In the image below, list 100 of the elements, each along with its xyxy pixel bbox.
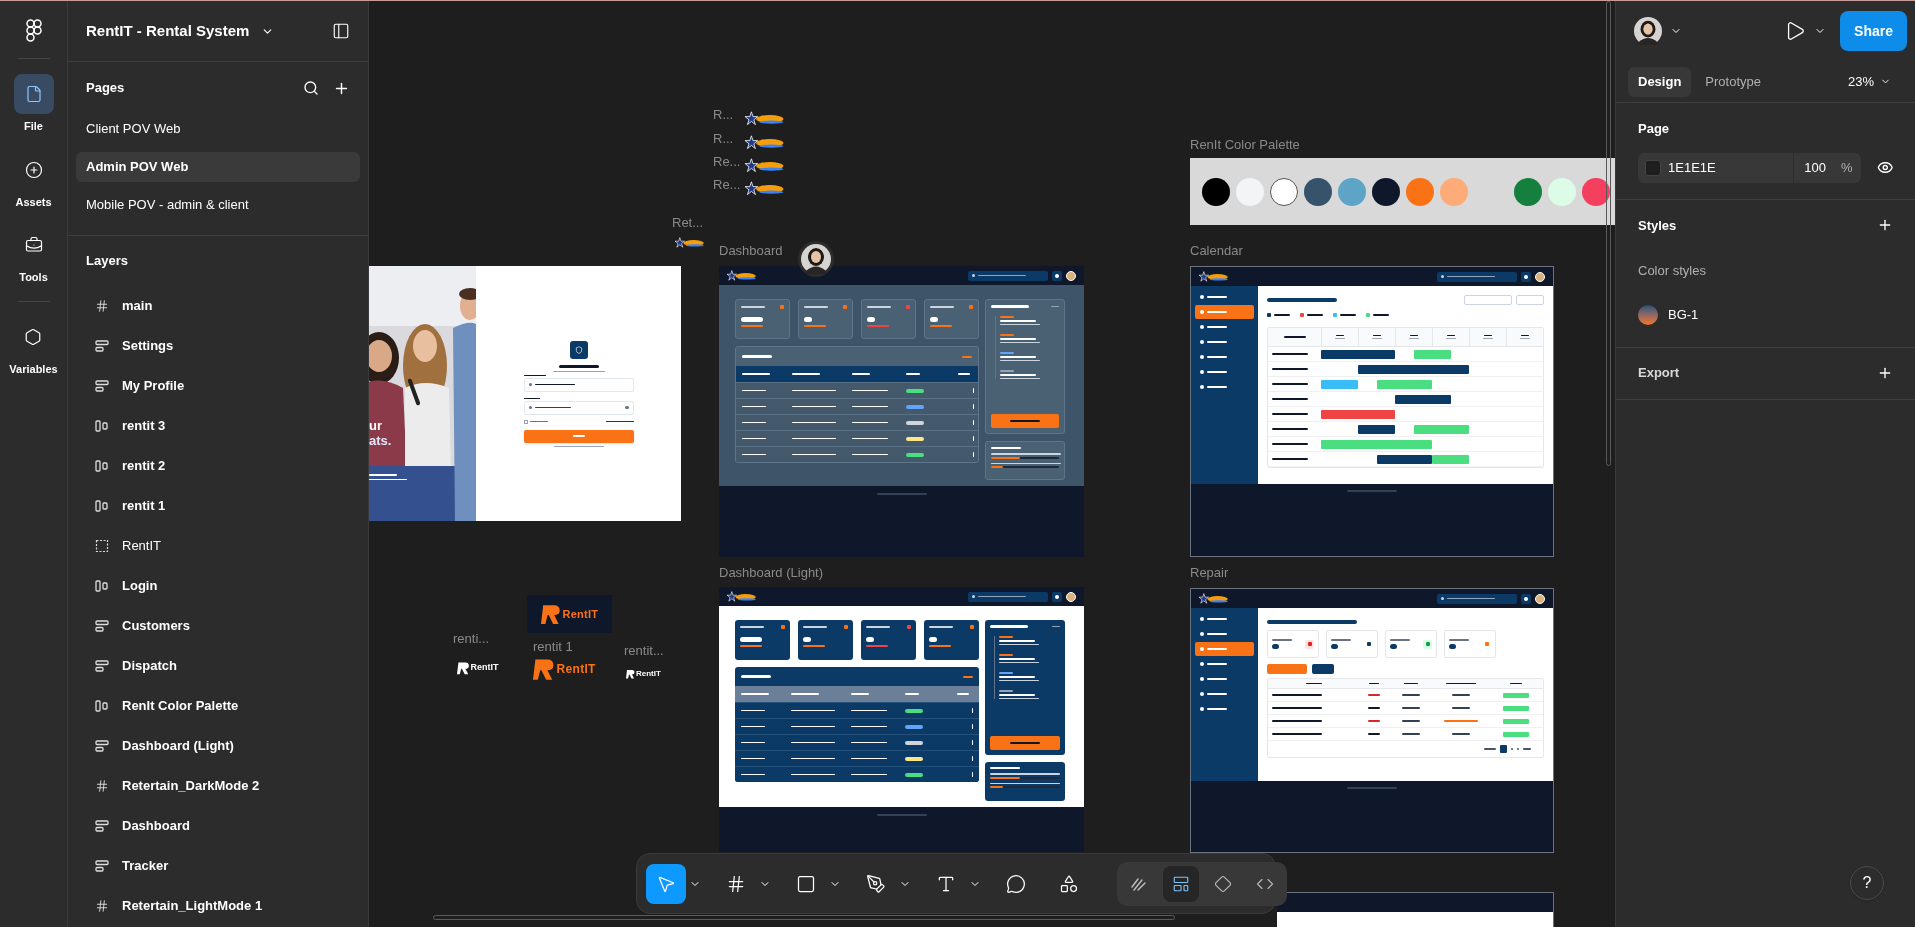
search-icon[interactable] (303, 80, 319, 96)
layer-label: Re... (713, 176, 741, 194)
frame-label: Calendar (1190, 242, 1243, 260)
layer-item[interactable]: rentit 2 (68, 446, 368, 486)
hash-icon (95, 899, 109, 913)
rail-button[interactable]: Tools (13, 225, 54, 286)
layer-item[interactable]: Retertain_LightMode 1 (68, 886, 368, 926)
layer-item[interactable]: Login (68, 566, 368, 606)
avatar (801, 244, 831, 274)
rail-button[interactable]: Variables (9, 316, 58, 377)
layer-item[interactable]: Retertain_DarkMode 2 (68, 766, 368, 806)
page-item[interactable]: Admin POV Web (76, 152, 360, 182)
hero-heading: ats. (369, 433, 392, 448)
logo-icon (745, 135, 785, 151)
layer-item[interactable]: rentit 1 (68, 486, 368, 526)
layer-item[interactable]: Settings (68, 326, 368, 366)
layer-item[interactable]: RenIt Color Palette (68, 686, 368, 726)
style-item[interactable]: BG-1 (1638, 304, 1893, 325)
panel-tab[interactable]: Design (1628, 66, 1692, 97)
frame-icon (726, 873, 746, 894)
layer-item[interactable]: RentIT (68, 526, 368, 566)
layout-icon (1172, 874, 1190, 893)
frame-label: Repair (1190, 564, 1229, 582)
page-item[interactable]: Client POV Web (76, 114, 360, 144)
section-heading: Styles (1638, 216, 1677, 235)
shapes-icon (1059, 873, 1079, 894)
layer-label: Re... (713, 153, 741, 171)
section-heading: Page (1638, 120, 1671, 138)
columns-icon (95, 580, 109, 592)
frame-label: RenIt Color Palette (1190, 136, 1300, 154)
logo-icon (533, 657, 555, 681)
panel-tab[interactable]: Prototype (1695, 66, 1771, 97)
layer-item[interactable]: rentit 3 (68, 406, 368, 446)
logo-icon (675, 237, 705, 249)
gradient-swatch (1638, 304, 1658, 325)
pen-icon (866, 873, 886, 894)
tool-button[interactable] (646, 863, 686, 904)
logo-text: RentIT (562, 606, 599, 622)
columns-icon (95, 500, 109, 512)
share-button[interactable]: Share (1840, 11, 1907, 51)
logo-icon (745, 158, 785, 174)
layer-label: rentit... (624, 642, 664, 660)
eye-icon[interactable] (1876, 159, 1893, 176)
mode-button[interactable] (1163, 865, 1199, 902)
layer-label: R... (713, 130, 734, 148)
group-heading: Color styles (1638, 262, 1707, 280)
layer-label: R... (713, 106, 734, 124)
layer-item[interactable]: My Profile (68, 366, 368, 406)
stack-icon (95, 820, 109, 832)
stack-icon (95, 860, 109, 872)
stack-icon (95, 660, 109, 672)
layer-item[interactable]: Tracker (68, 846, 368, 886)
percent-sign: % (1841, 158, 1853, 177)
frame-label: Dashboard (Light) (719, 564, 824, 582)
stack-icon (95, 740, 109, 752)
layer-item[interactable]: Dashboard (68, 806, 368, 846)
layer-item[interactable]: Customers (68, 606, 368, 646)
square-icon (796, 873, 816, 894)
section-heading: Pages (86, 79, 125, 98)
section-heading: Export (1638, 364, 1680, 383)
stack-icon (95, 340, 109, 352)
section-heading: Layers (86, 252, 128, 271)
layer-item[interactable]: Dashboard (Light) (68, 726, 368, 766)
hash-icon (95, 299, 109, 313)
opacity-value: 100 (1804, 158, 1826, 177)
help-button[interactable]: ? (1850, 866, 1884, 900)
hexagon-icon (24, 327, 43, 346)
layer-label: renti... (453, 630, 490, 648)
layer-label: rentit 1 (533, 638, 573, 656)
logo-icon (626, 669, 635, 679)
diamond-icon (1214, 874, 1232, 893)
file-icon (24, 85, 43, 103)
plus-circle-icon (24, 160, 43, 179)
logo-icon (745, 111, 785, 127)
layer-label: Ret... (672, 214, 704, 232)
page-item[interactable]: Mobile POV - admin & client (76, 190, 360, 220)
stack-icon (95, 620, 109, 632)
comment-icon (1006, 873, 1026, 894)
logo-text: RentIT (556, 661, 596, 678)
sidebar-toggle-icon[interactable] (332, 22, 350, 40)
hero-heading: ur (369, 418, 382, 433)
avatar (1634, 17, 1662, 45)
hash-icon (95, 779, 109, 793)
frame-label: Dashboard (719, 242, 783, 260)
zoom-dropdown[interactable]: 23% (1847, 71, 1903, 92)
logo-icon (25, 19, 42, 43)
color-field[interactable]: 1E1E1E 100 % (1638, 152, 1861, 183)
toolbox-icon (24, 236, 43, 254)
logo-text: RentIT (636, 668, 661, 680)
rail-button[interactable]: Assets (13, 149, 54, 210)
stack-icon (95, 380, 109, 392)
file-title[interactable]: RentIT - Rental System (86, 19, 275, 43)
logo-icon (540, 603, 561, 625)
logo-icon (745, 181, 785, 197)
add-icon[interactable] (1877, 365, 1893, 381)
layer-item[interactable]: Dispatch (68, 646, 368, 686)
columns-icon (95, 700, 109, 712)
logo-text: RentIT (470, 661, 499, 675)
layer-item[interactable]: main (68, 286, 368, 326)
color-value: 1E1E1E (1668, 158, 1717, 177)
